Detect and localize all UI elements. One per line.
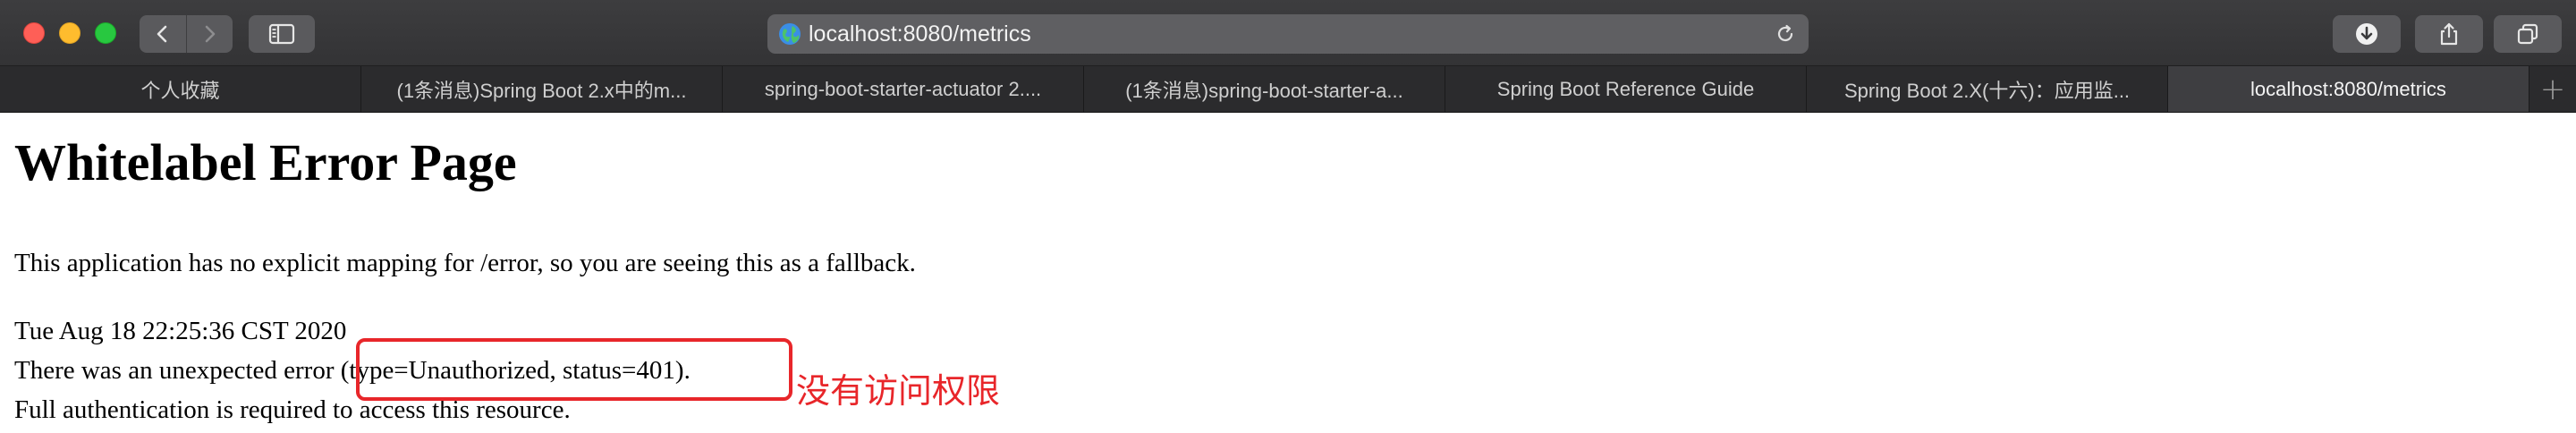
page-title: Whitelabel Error Page (14, 133, 517, 191)
tab-label: (1条消息)spring-boot-starter-a... (1125, 79, 1403, 102)
browser-toolbar: localhost:8080/metrics (0, 0, 2576, 66)
address-url: localhost:8080/metrics (809, 21, 1031, 47)
globe-icon (779, 23, 801, 45)
annotation-label: 没有访问权限 (796, 371, 1001, 411)
back-button[interactable] (140, 15, 186, 53)
tab-label: (1条消息)Spring Boot 2.x中的m... (396, 79, 687, 102)
address-bar[interactable]: localhost:8080/metrics (767, 14, 1809, 54)
reload-icon[interactable] (1775, 23, 1796, 45)
tab-favorites[interactable]: 个人收藏 (0, 66, 361, 112)
tab-overview-button[interactable] (2494, 15, 2562, 53)
tab-label: Spring Boot 2.X(十六)：应用监... (1843, 79, 2131, 102)
navigation-buttons (140, 15, 233, 53)
error-description: This application has no explicit mapping… (14, 249, 916, 277)
tab-label: spring-boot-starter-actuator 2.... (764, 77, 1042, 100)
tab-actuator[interactable]: spring-boot-starter-actuator 2.... (723, 66, 1084, 112)
minimize-window-button[interactable] (59, 22, 80, 44)
chevron-left-icon (157, 25, 167, 43)
sidebar-toggle-button[interactable] (249, 15, 315, 53)
tab-label: Spring Boot Reference Guide (1496, 77, 1755, 100)
zoom-window-button[interactable] (95, 22, 116, 44)
tab-csdn-spring-boot[interactable]: (1条消息)Spring Boot 2.x中的m... (361, 66, 723, 112)
forward-button[interactable] (185, 15, 233, 53)
new-tab-button[interactable]: + (2529, 66, 2576, 112)
tab-csdn-starter[interactable]: (1条消息)spring-boot-starter-a... (1084, 66, 1445, 112)
tab-bar: 个人收藏 (1条消息)Spring Boot 2.x中的m... spring-… (0, 66, 2576, 113)
close-window-button[interactable] (23, 22, 45, 44)
tab-label: localhost:8080/metrics (2250, 77, 2446, 100)
tabs-overview-icon (2517, 23, 2538, 45)
download-icon (2356, 23, 2377, 45)
tab-label: 个人收藏 (140, 79, 220, 102)
tab-reference-guide[interactable]: Spring Boot Reference Guide (1445, 66, 1807, 112)
share-icon (2440, 22, 2458, 46)
sidebar-icon (268, 23, 295, 45)
error-timestamp: Tue Aug 18 22:25:36 CST 2020 (14, 317, 347, 345)
tab-app-monitoring[interactable]: Spring Boot 2.X(十六)：应用监... (1807, 66, 2168, 112)
chevron-right-icon (205, 25, 216, 43)
annotation-highlight-box (356, 338, 792, 401)
share-button[interactable] (2415, 15, 2483, 53)
downloads-button[interactable] (2333, 15, 2401, 53)
tab-localhost-metrics[interactable]: localhost:8080/metrics (2168, 66, 2529, 112)
